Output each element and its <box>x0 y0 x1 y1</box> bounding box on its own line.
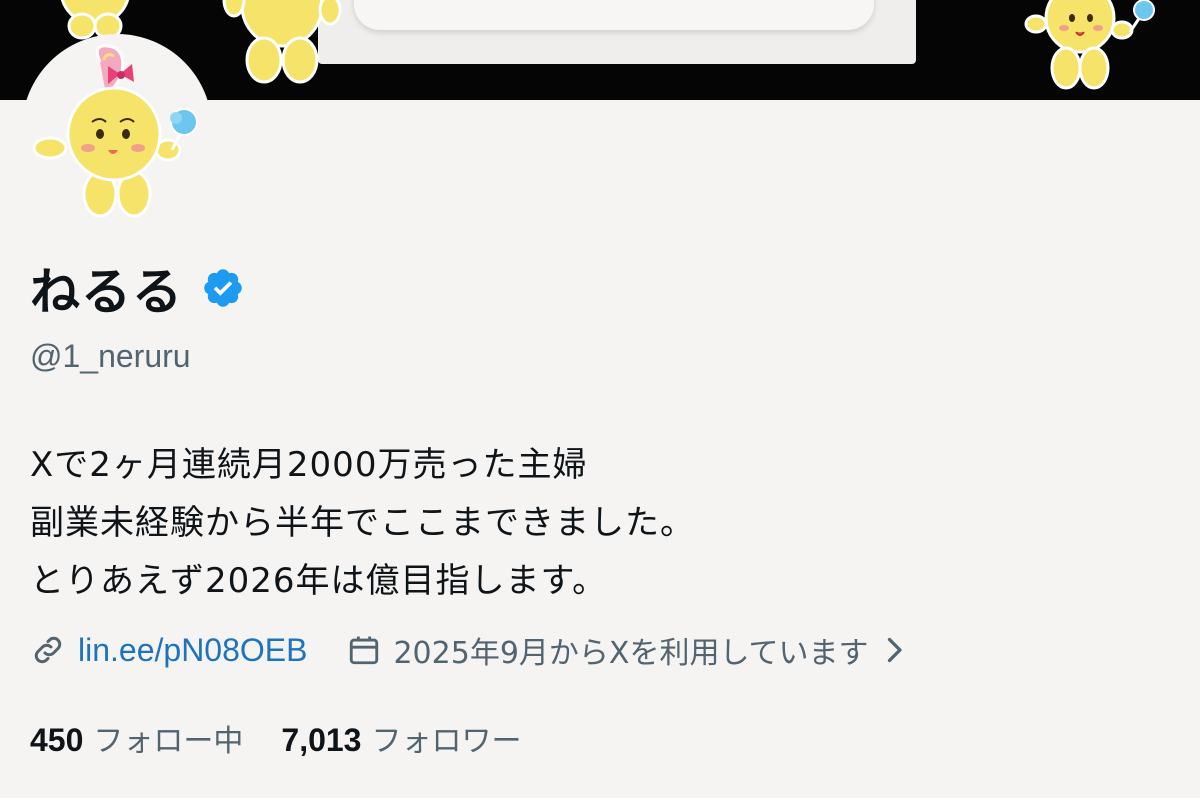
following-link[interactable]: 450 フォロー中 <box>30 716 243 760</box>
link-icon <box>34 636 62 664</box>
follow-stats: 450 フォロー中 7,013 フォロワー <box>30 716 521 760</box>
name-row: ねるる <box>30 252 245 324</box>
bio-line: 副業未経験から半年でここまできました。 <box>30 503 695 543</box>
verified-badge-icon[interactable] <box>201 266 245 310</box>
profile-meta-row: lin.ee/pN08OEB 2025年9月からXを利用しています <box>30 628 905 672</box>
followers-count: 7,013 <box>281 722 362 758</box>
avatar-mascot-image <box>29 41 205 218</box>
following-label: フォロー中 <box>93 724 244 759</box>
display-name: ねるる <box>30 263 183 321</box>
banner-card <box>318 0 916 64</box>
profile-avatar[interactable] <box>22 34 212 224</box>
profile-website-link[interactable]: lin.ee/pN08OEB <box>78 632 307 669</box>
banner-card-inner <box>354 0 874 30</box>
followers-label: フォロワー <box>371 724 522 759</box>
profile-bio: Xで2ヶ月連続月2000万売った主婦 副業未経験から半年でここまできました。 と… <box>30 436 695 610</box>
calendar-icon <box>350 636 379 665</box>
joined-date-link[interactable]: 2025年9月からXを利用しています <box>393 628 868 672</box>
chevron-right-icon[interactable] <box>883 635 905 665</box>
bio-line: とりあえず2026年は億目指します。 <box>30 561 608 601</box>
following-count: 450 <box>30 722 84 758</box>
user-handle: @1_neruru <box>30 338 191 374</box>
mascot-illustration <box>222 0 342 84</box>
bio-line: Xで2ヶ月連続月2000万売った主婦 <box>30 445 588 485</box>
followers-link[interactable]: 7,013 フォロワー <box>281 716 521 760</box>
mascot-illustration <box>1024 0 1155 90</box>
